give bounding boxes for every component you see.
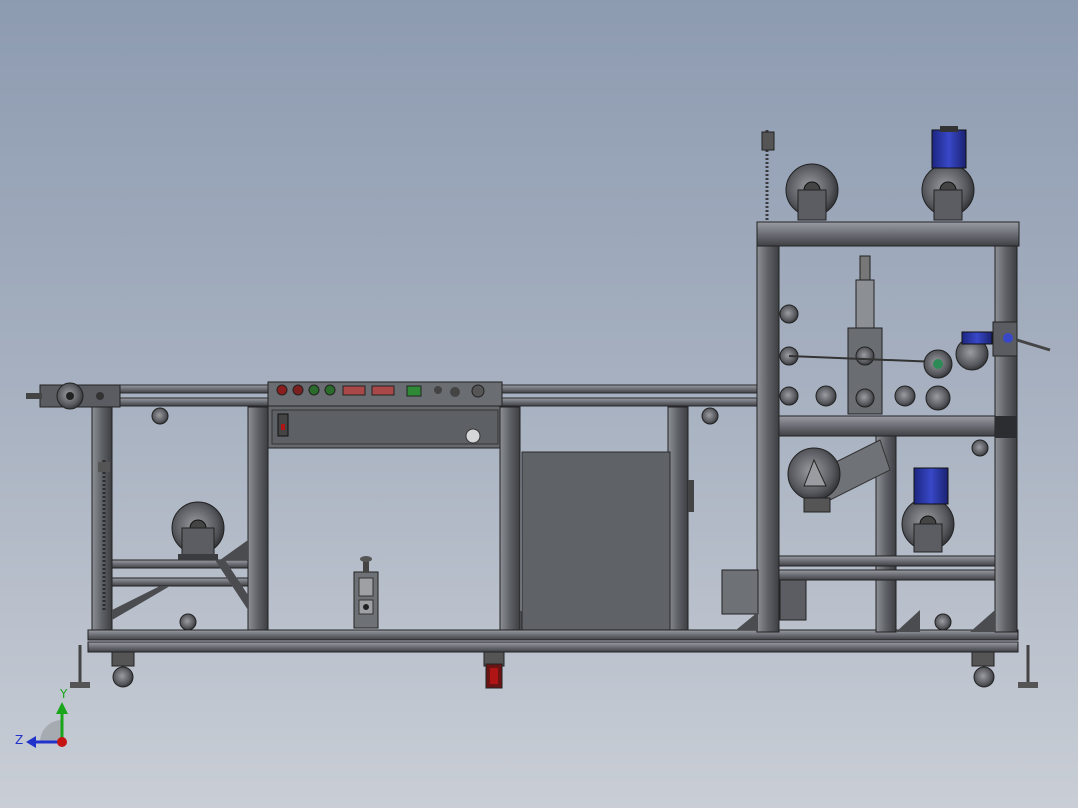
waste-bin bbox=[521, 451, 694, 631]
rewind-roller bbox=[787, 439, 891, 513]
pneumatic-cylinder bbox=[847, 255, 883, 415]
tension-stand bbox=[353, 556, 379, 629]
handwheel-bracket bbox=[992, 321, 1051, 357]
left-end-roller bbox=[26, 382, 121, 410]
unwind-roller-left bbox=[171, 501, 225, 560]
base-beam bbox=[87, 629, 1019, 653]
triad-y-label: Y bbox=[59, 687, 68, 701]
casters bbox=[111, 651, 995, 689]
machine-assembly-drawing: Y Z bbox=[15, 126, 1051, 748]
top-motor bbox=[931, 126, 967, 169]
right-tower-frame bbox=[756, 221, 1020, 633]
guide-rod bbox=[761, 130, 775, 222]
coordinate-triad: Y Z bbox=[15, 687, 68, 748]
cad-viewport[interactable]: Y Z bbox=[0, 0, 1078, 808]
x-axis-dot-icon bbox=[57, 737, 67, 747]
lower-motor-roller bbox=[901, 467, 955, 553]
triad-z-label: Z bbox=[15, 733, 23, 747]
top-roller-left bbox=[785, 163, 839, 221]
control-panel bbox=[267, 381, 503, 449]
top-roller-right bbox=[921, 163, 975, 221]
belt-drive bbox=[788, 331, 993, 379]
